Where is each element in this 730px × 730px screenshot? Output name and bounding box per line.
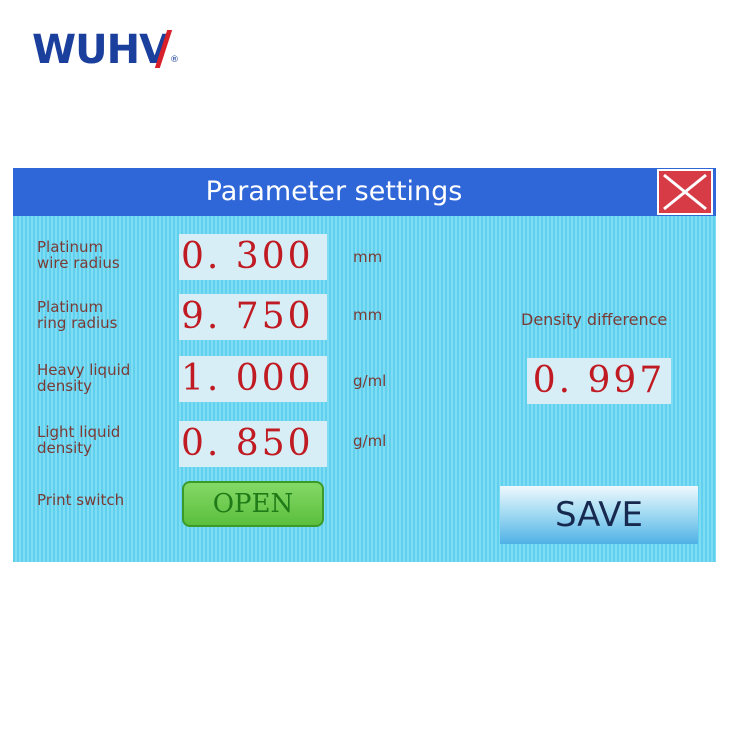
platinum-ring-radius-label: Platinum ring radius — [37, 299, 118, 331]
light-liquid-density-label: Light liquid density — [37, 424, 120, 456]
platinum-ring-radius-unit: mm — [353, 306, 383, 324]
param-label-line2: density — [37, 439, 92, 457]
close-button[interactable] — [657, 169, 713, 215]
print-switch-label: Print switch — [37, 491, 125, 509]
param-label-line1: Heavy liquid — [37, 361, 131, 379]
light-liquid-density-input[interactable]: 0. 850 — [179, 421, 327, 467]
print-switch-toggle[interactable]: OPEN — [182, 481, 324, 527]
close-x-icon — [663, 173, 707, 211]
brand-logo-v: V — [139, 26, 173, 74]
light-liquid-density-unit: g/ml — [353, 432, 387, 450]
product-photo: WUH V ® Parameter settings Platinum wire… — [0, 0, 730, 730]
param-label-line1: Light liquid — [37, 423, 121, 441]
brand-name: WUH — [32, 27, 140, 73]
platinum-ring-radius-input[interactable]: 9. 750 — [179, 294, 327, 340]
save-button[interactable]: SAVE — [500, 486, 698, 544]
param-label-line2: ring radius — [37, 314, 118, 332]
platinum-wire-radius-input[interactable]: 0. 300 — [179, 234, 327, 280]
brand-logo: WUH V ® — [32, 26, 179, 74]
window-title: Parameter settings — [205, 176, 463, 207]
platinum-wire-radius-unit: mm — [353, 248, 383, 266]
title-bar: Parameter settings — [13, 168, 716, 216]
param-label-line2: wire radius — [37, 254, 120, 272]
device-screen: Parameter settings Platinum wire radius … — [13, 168, 716, 562]
platinum-wire-radius-label: Platinum wire radius — [37, 239, 120, 271]
param-label-line1: Platinum — [37, 238, 104, 256]
density-difference-value: 0. 997 — [527, 358, 671, 404]
heavy-liquid-density-unit: g/ml — [353, 372, 387, 390]
param-label-line2: density — [37, 377, 92, 395]
registered-mark: ® — [170, 55, 180, 65]
heavy-liquid-density-input[interactable]: 1. 000 — [179, 356, 327, 402]
param-label-line1: Platinum — [37, 298, 104, 316]
density-difference-label: Density difference — [521, 310, 668, 329]
heavy-liquid-density-label: Heavy liquid density — [37, 362, 130, 394]
